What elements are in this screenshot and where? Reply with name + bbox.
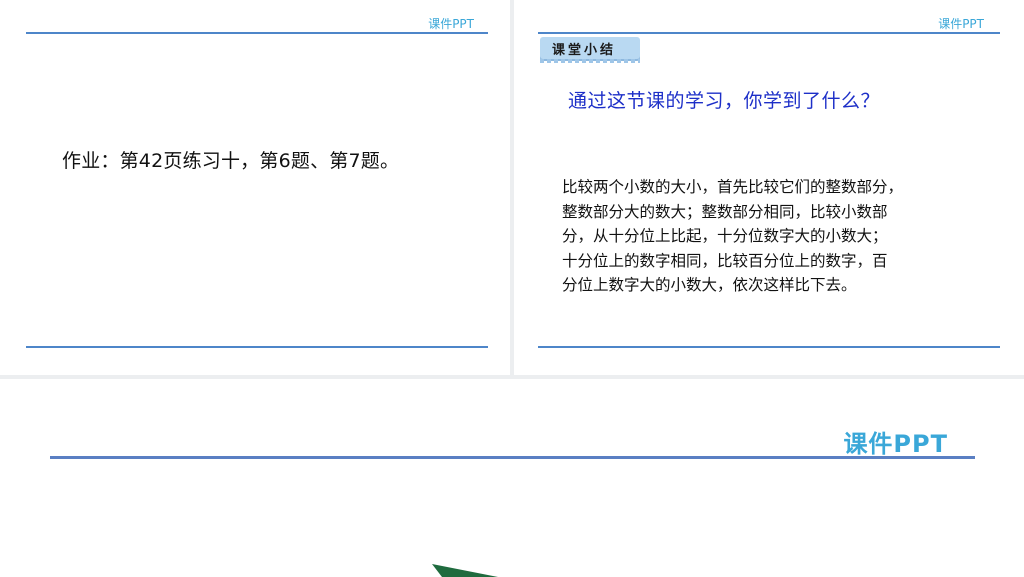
summary-line: 十分位上的数字相同，比较百分位上的数字，百 xyxy=(562,251,888,270)
top-divider xyxy=(26,32,488,34)
slide-homework[interactable]: 课件PPT 作业：第42页练习十，第6题、第7题。 xyxy=(0,0,510,375)
homework-text: 作业：第42页练习十，第6题、第7题。 xyxy=(62,150,400,172)
top-divider xyxy=(538,32,1000,34)
green-triangle-shape xyxy=(432,564,498,577)
summary-line: 整数部分大的数大；整数部分相同，比较小数部 xyxy=(562,202,888,221)
summary-line: 分，从十分位上比起，十分位数字大的小数大； xyxy=(562,227,888,245)
slide-title[interactable]: 课件PPT xyxy=(0,379,1024,577)
review-question: 通过这节课的学习，你学到了什么？ xyxy=(568,90,881,112)
section-tag-label: 课堂小结 xyxy=(552,43,617,58)
brand-label: 课件PPT xyxy=(428,17,474,31)
tag-dotted-underline xyxy=(540,59,640,63)
slide-summary[interactable]: 课件PPT 课堂小结 通过这节课的学习，你学到了什么？ 比较两个小数的大小，首先… xyxy=(514,0,1024,375)
bottom-divider xyxy=(538,346,1000,348)
bottom-divider xyxy=(26,346,488,348)
summary-line: 比较两个小数的大小，首先比较它们的整数部分， xyxy=(562,178,904,196)
brand-label: 课件PPT xyxy=(938,17,984,31)
summary-paragraph: 比较两个小数的大小，首先比较它们的整数部分， 整数部分大的数大；整数部分相同，比… xyxy=(562,175,992,298)
section-tag: 课堂小结 xyxy=(540,37,640,59)
summary-line: 分位上数字大的小数大，依次这样比下去。 xyxy=(562,276,857,294)
